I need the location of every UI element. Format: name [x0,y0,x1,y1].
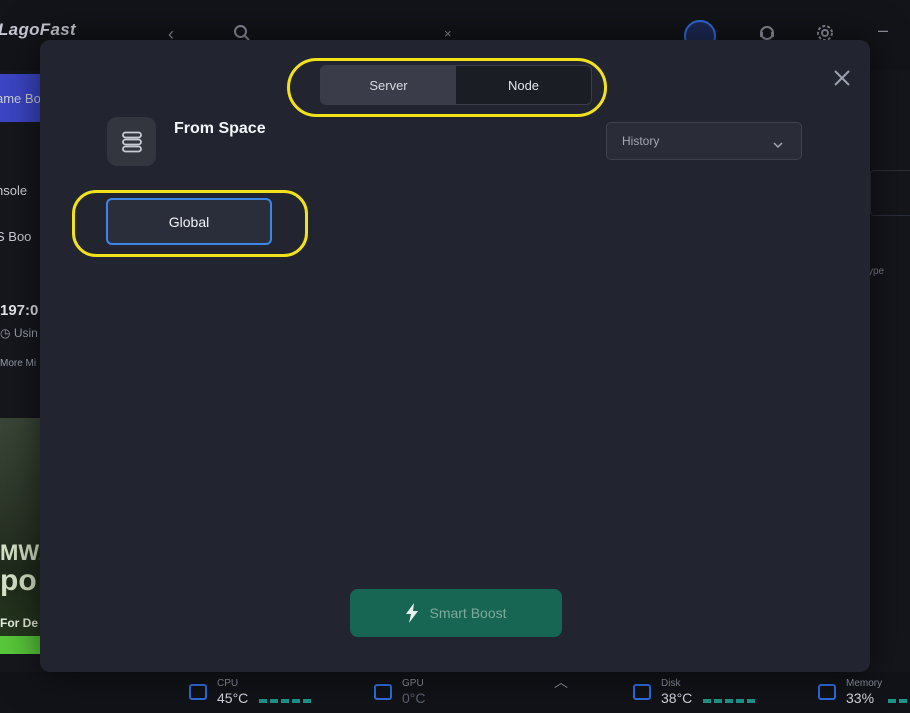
memory-icon [818,684,836,700]
session-note: ◷ Usin [0,326,38,340]
sidebar-item-fps-boost[interactable]: S Boo [0,229,31,244]
gpu-icon [374,684,392,700]
banner-button[interactable] [0,636,40,654]
right-panel-label: ype [868,266,885,277]
close-icon [834,70,850,86]
clear-search-icon[interactable]: × [444,26,452,41]
history-dropdown-label: History [622,134,660,148]
memory-meter [888,699,910,703]
disk-meter [703,699,755,703]
server-select-modal: Server Node From Space History Global Sm… [40,40,870,672]
server-node-toggle: Server Node [320,65,592,105]
banner-line: For De [0,616,39,630]
close-button[interactable] [830,66,854,90]
disk-icon [633,684,651,700]
region-global-button[interactable]: Global [106,198,272,245]
server-stack-icon [107,117,156,166]
region-title: From Space [174,120,266,137]
sidebar-item-game-boost-label: ame Bo [0,91,41,106]
tab-node[interactable]: Node [456,66,591,104]
clock-icon: ◷ [0,326,11,340]
history-dropdown[interactable]: History [606,122,802,160]
sidebar-item-console[interactable]: nsole [0,183,27,198]
app-logo: LagoFast [0,20,76,39]
banner-line: po [0,564,37,597]
smart-boost-button[interactable]: Smart Boost [350,589,562,637]
session-time: 197:0 [0,302,39,319]
right-panel-box [870,170,910,216]
cpu-icon [189,684,207,700]
chevron-down-icon [773,136,783,154]
smart-boost-label: Smart Boost [429,605,507,621]
tab-server[interactable]: Server [321,66,456,104]
more-minutes-link[interactable]: More Mi [0,358,36,369]
chevron-up-icon[interactable]: ︿ [554,672,568,692]
cpu-meter [259,699,311,703]
status-bar [0,672,910,713]
lightning-icon [406,603,419,623]
minimize-icon[interactable]: – [878,20,888,41]
